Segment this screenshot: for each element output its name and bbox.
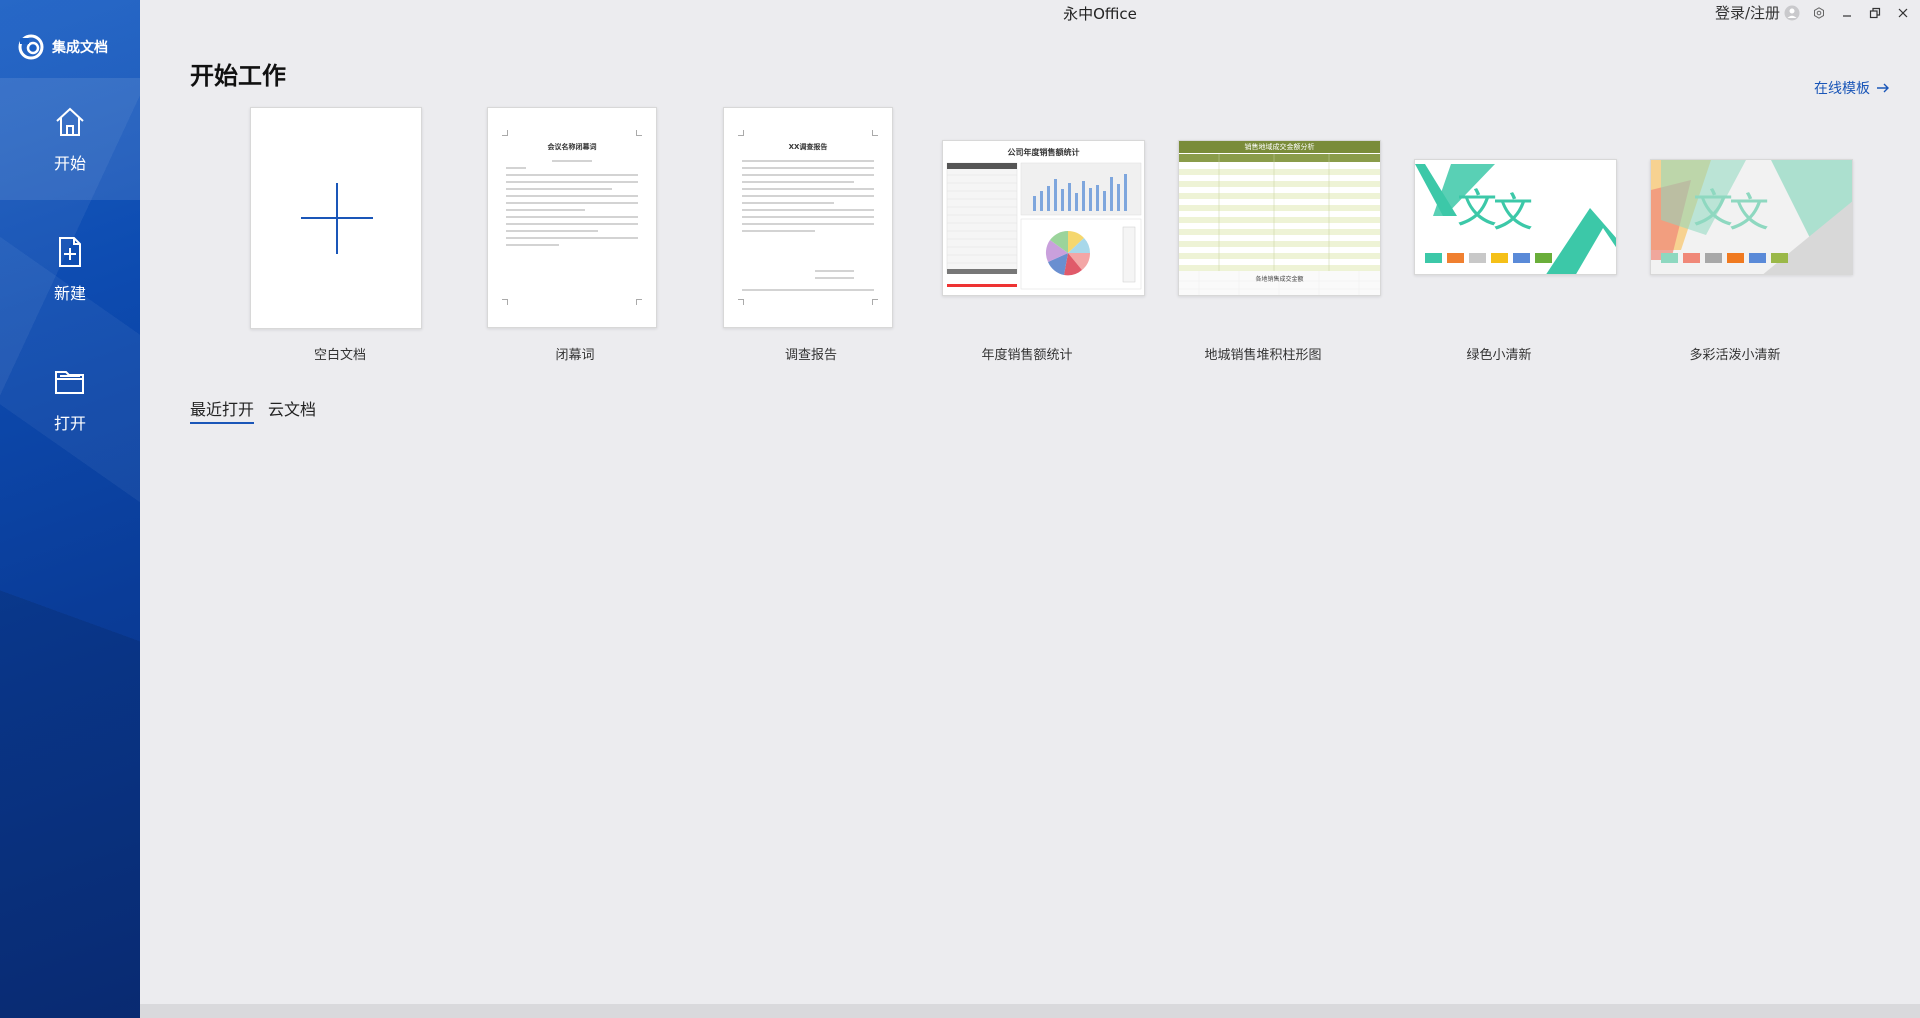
gear-icon [1814, 6, 1824, 19]
doc-title: XX调查报告 [788, 143, 828, 151]
tab-recent[interactable]: 最近打开 [190, 396, 255, 424]
plus-icon [301, 183, 373, 254]
close-icon [1898, 8, 1908, 17]
template-thumbnail: XX调查报告 [723, 107, 893, 328]
tab-cloud-docs[interactable]: 云文档 [268, 396, 316, 424]
restore-button[interactable] [1866, 4, 1884, 22]
brand-name: 集成文档 [52, 40, 108, 56]
folder-open-icon [55, 371, 84, 394]
login-label: 登录/注册 [1714, 4, 1780, 22]
template-label: 调查报告 [784, 348, 837, 363]
template-thumbnail: 文 文 [1414, 159, 1617, 275]
template-annual-sales[interactable]: 公司年度销售额统计 年度销售额统计 [917, 100, 1145, 370]
sales-chart-preview [946, 162, 1142, 290]
sidebar-item-label: 打开 [53, 414, 86, 433]
template-label: 闭幕词 [555, 348, 595, 363]
home-icon [56, 107, 84, 136]
arrow-right-icon [1877, 83, 1889, 93]
template-thumbnail: 公司年度销售额统计 [942, 140, 1145, 296]
template-thumbnail: 销售地域成交金额分析 各地销售成交金额 [1178, 140, 1381, 296]
slide-title-glyph: 文 [1693, 186, 1733, 232]
template-regional-sales[interactable]: 销售地域成交金额分析 各地销售成交金额 地城销售堆积柱形图 [1153, 100, 1381, 370]
login-button[interactable]: 登录/注册 [1715, 2, 1800, 23]
template-thumbnail: 会议名称闭幕词 [487, 107, 657, 328]
template-label: 绿色小清新 [1466, 348, 1532, 363]
online-templates-label: 在线模板 [1814, 81, 1870, 97]
new-document-icon [59, 237, 81, 267]
template-label: 年度销售额统计 [981, 348, 1073, 363]
settings-button[interactable] [1810, 4, 1828, 22]
slide-title-glyph: 文 [1729, 190, 1769, 236]
sidebar-item-label: 新建 [53, 284, 86, 303]
doc-signature-lines [742, 270, 874, 296]
template-label: 多彩活泼小清新 [1689, 348, 1781, 363]
minimize-button[interactable] [1838, 4, 1856, 22]
app-logo-icon [18, 34, 44, 60]
template-green-fresh[interactable]: 文 文 绿色小清新 [1389, 100, 1617, 370]
sidebar-item-start[interactable]: 开始 [0, 78, 140, 200]
window-controls: 登录/注册 [1715, 2, 1912, 23]
sidebar-item-label: 开始 [53, 154, 86, 173]
sidebar: 集成文档 开始 新建 打开 [0, 0, 140, 1018]
brand: 集成文档 [18, 34, 108, 60]
slide-title-glyph: 文 [1457, 186, 1497, 232]
doc-body-lines [506, 160, 638, 251]
regional-table-preview [1179, 154, 1380, 295]
minimize-icon [1843, 14, 1851, 17]
close-button[interactable] [1894, 4, 1912, 22]
file-tabs: 最近打开 云文档 [190, 396, 316, 424]
template-closing-speech[interactable]: 会议名称闭幕词 闭幕词 [445, 100, 665, 370]
slide-title-glyph: 文 [1493, 190, 1533, 236]
sheet-title: 公司年度销售额统计 [1007, 148, 1080, 157]
user-avatar-icon [1784, 5, 1800, 20]
template-thumbnail [250, 107, 422, 329]
doc-title: 会议名称闭幕词 [547, 143, 597, 151]
template-survey-report[interactable]: XX调查报告 调查报告 [681, 100, 901, 370]
app-title: 永中Office [1063, 5, 1137, 23]
template-thumbnail: 文 文 [1650, 159, 1853, 275]
restore-icon [1869, 7, 1881, 18]
page-title: 开始工作 [190, 62, 286, 90]
sheet-footer: 各地销售成交金额 [1255, 276, 1304, 283]
sidebar-item-new[interactable]: 新建 [0, 208, 140, 330]
template-label: 空白文档 [313, 348, 366, 363]
doc-body-lines [742, 160, 874, 237]
template-label: 地城销售堆积柱形图 [1204, 348, 1322, 363]
main-area: 永中Office 登录/注册 开始工作 在线模板 空白文档 会议名称闭幕词 闭幕… [140, 0, 1920, 1018]
template-gallery: 空白文档 会议名称闭幕词 闭幕词 XX调查报告 调查报告 公司年度销售额统计 年… [140, 100, 1920, 370]
template-colorful-fresh[interactable]: 文 文 多彩活泼小清新 [1625, 100, 1853, 370]
sidebar-item-open[interactable]: 打开 [0, 338, 140, 460]
title-bar: 永中Office 登录/注册 [280, 0, 1920, 26]
template-blank[interactable]: 空白文档 [208, 100, 428, 370]
online-templates-link[interactable]: 在线模板 [1814, 78, 1890, 98]
